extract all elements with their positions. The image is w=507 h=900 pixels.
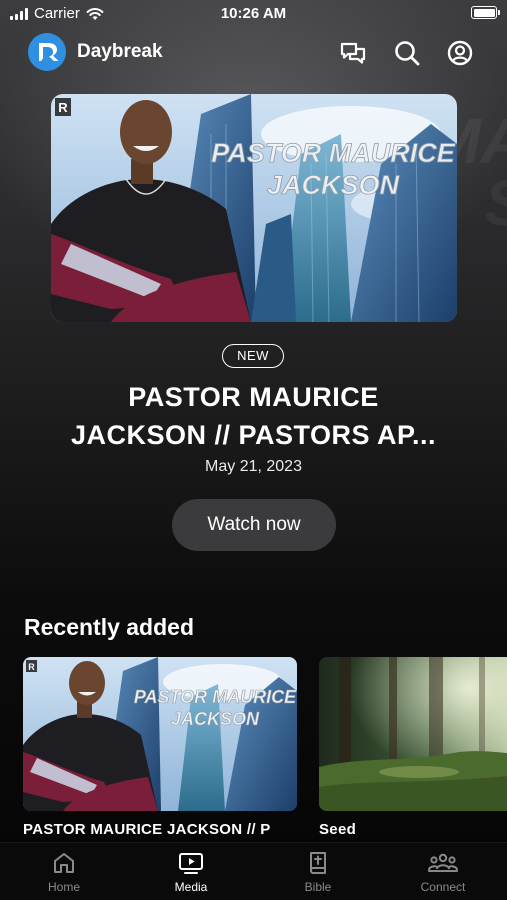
recent-card-1-thumbnail-line1: PASTOR MAURICE — [134, 687, 297, 707]
tab-media[interactable]: Media — [146, 843, 236, 900]
media-icon — [179, 853, 203, 874]
tab-home[interactable]: Home — [19, 843, 109, 900]
tab-bible-label: Bible — [304, 880, 332, 894]
bible-icon — [310, 852, 326, 874]
account-icon[interactable] — [445, 38, 475, 68]
recent-card-2[interactable] — [319, 657, 507, 811]
status-time: 10:26 AM — [220, 5, 287, 22]
tab-home-label: Home — [47, 880, 80, 894]
connect-icon — [428, 853, 458, 872]
home-icon — [54, 853, 74, 873]
tab-connect-label: Connect — [420, 880, 466, 894]
featured-thumbnail-title-line1: PASTOR MAURICE — [211, 138, 456, 168]
new-badge: NEW — [222, 344, 284, 368]
chat-icon[interactable] — [338, 38, 368, 68]
battery-icon — [471, 6, 500, 19]
tab-connect[interactable]: Connect — [398, 843, 488, 900]
svg-text:R: R — [58, 100, 68, 115]
recent-card-2-label[interactable]: Seed — [319, 821, 507, 838]
tab-bible[interactable]: Bible — [273, 843, 363, 900]
featured-thumbnail[interactable]: R PASTOR MAURICE JACKSON — [51, 94, 457, 322]
recent-card-1-label[interactable]: PASTOR MAURICE JACKSON // P — [23, 821, 297, 838]
recently-added-heading: Recently added — [24, 614, 194, 640]
brand-name: Daybreak — [77, 41, 163, 62]
recent-card-1[interactable]: R PASTOR MAURICE JACKSON — [23, 657, 297, 811]
status-bar: Carrier 10:26 AM — [0, 0, 507, 30]
featured-title-line2: JACKSON // PASTORS AP... — [70, 420, 437, 450]
featured-title[interactable]: PASTOR MAURICE JACKSON // PASTORS AP... — [20, 378, 487, 454]
featured-title-line1: PASTOR MAURICE — [128, 382, 379, 412]
tab-bar: Home Media Bible Connect — [0, 842, 507, 900]
app-header: Daybreak — [0, 30, 507, 76]
daybreak-logo-icon — [28, 33, 66, 71]
search-icon[interactable] — [392, 38, 422, 68]
watch-now-button[interactable]: Watch now — [172, 499, 336, 551]
tab-media-label: Media — [174, 880, 208, 894]
recent-card-1-thumbnail-line2: JACKSON — [171, 709, 260, 729]
svg-text:R: R — [28, 662, 35, 672]
featured-date: May 21, 2023 — [205, 458, 302, 475]
featured-thumbnail-title-line2: JACKSON — [267, 170, 400, 200]
